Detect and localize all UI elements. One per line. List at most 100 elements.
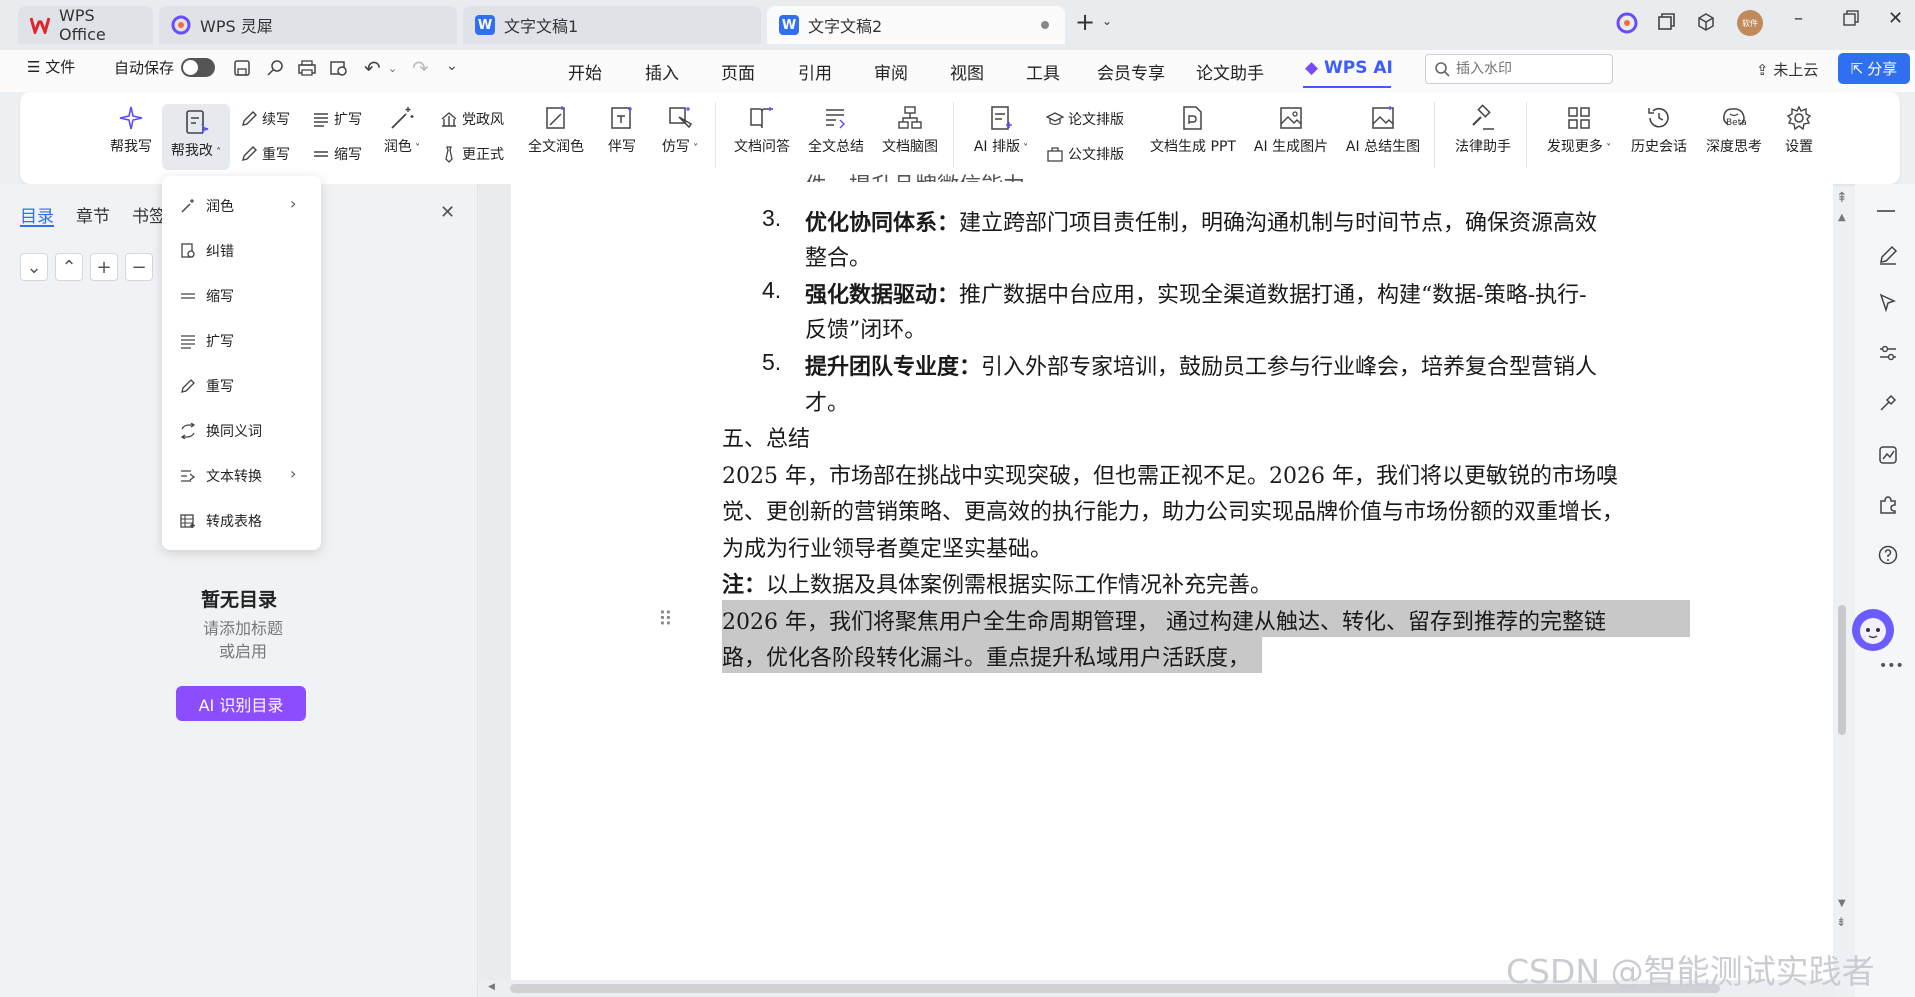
pen-tool-icon[interactable]: [1877, 244, 1899, 270]
dropdown-rewrite[interactable]: 重写: [180, 376, 310, 396]
thesis-layout-button[interactable]: 论文排版: [1046, 109, 1124, 129]
collapse-up-icon[interactable]: ⌃: [55, 253, 83, 281]
rewrite-button[interactable]: 重写: [240, 144, 290, 164]
help-circle-icon[interactable]: [1877, 544, 1899, 570]
ai-detect-toc-button[interactable]: AI 识别目录: [176, 686, 306, 721]
tools-icon[interactable]: [1877, 392, 1899, 418]
cloud-status[interactable]: ⇪ 未上云: [1756, 59, 1818, 80]
tab-chapters[interactable]: 章节: [76, 202, 110, 227]
doc-mindmap-button[interactable]: 文档脑图: [878, 100, 942, 156]
scroll-up-arrow-icon[interactable]: ▲: [1838, 212, 1846, 223]
file-menu[interactable]: ☰ 文件: [27, 56, 75, 77]
menu-insert[interactable]: 插入: [645, 59, 679, 84]
menu-tools[interactable]: 工具: [1026, 59, 1060, 84]
dropdown-expand[interactable]: 扩写: [180, 331, 310, 351]
menu-review[interactable]: 审阅: [874, 59, 908, 84]
dropdown-synonym[interactable]: 换同义词: [180, 421, 310, 441]
print-icon[interactable]: [297, 58, 317, 82]
share-button[interactable]: ⇱ 分享: [1838, 53, 1910, 84]
selected-line-1[interactable]: 2026 年，我们将聚焦用户全生命周期管理， 通过构建从触达、转化、留存到推荐的…: [722, 604, 1606, 636]
more-formal-button[interactable]: 更正式: [440, 144, 504, 164]
dropdown-proofread[interactable]: 纠错: [180, 241, 310, 261]
redo-icon[interactable]: ↷: [412, 56, 429, 80]
dropdown-to-table[interactable]: 转成表格: [180, 511, 310, 531]
tag-icon[interactable]: [265, 58, 285, 82]
ai-summary-image-button[interactable]: AI 总结生图: [1343, 100, 1423, 156]
condense-button[interactable]: 缩写: [312, 144, 362, 164]
full-polish-button[interactable]: 全文润色: [524, 100, 588, 156]
legal-assistant-button[interactable]: 法律助手: [1451, 100, 1515, 156]
menu-view[interactable]: 视图: [950, 59, 984, 84]
list-item-4-cont[interactable]: 反馈”闭环。: [805, 312, 926, 344]
settings-button[interactable]: 设置: [1776, 100, 1822, 156]
menu-thesis[interactable]: 论文助手: [1196, 59, 1264, 84]
vertical-scroll-thumb[interactable]: [1838, 605, 1846, 735]
cube-icon[interactable]: [1696, 12, 1716, 37]
avatar[interactable]: 软件: [1737, 10, 1763, 36]
print-preview-icon[interactable]: [329, 58, 349, 82]
window-copy-icon[interactable]: [1656, 12, 1676, 37]
doc-qa-button[interactable]: 文档问答: [730, 100, 794, 156]
tab-doc2[interactable]: W 文字文稿2: [767, 6, 1065, 44]
scroll-left-arrow-icon[interactable]: ◀: [488, 982, 495, 992]
list-item-3-cont[interactable]: 整合。: [805, 240, 871, 272]
scroll-bottom-icon[interactable]: ⇟: [1836, 915, 1846, 929]
minimize-icon[interactable]: –: [1794, 8, 1803, 29]
add-heading-icon[interactable]: +: [90, 253, 118, 281]
autosave-toggle[interactable]: [181, 58, 215, 77]
close-panel-icon[interactable]: ✕: [440, 202, 455, 223]
expand-button[interactable]: 扩写: [312, 109, 362, 129]
official-layout-button[interactable]: 公文排版: [1046, 144, 1124, 164]
doc-to-ppt-button[interactable]: 文档生成 PPT: [1146, 100, 1240, 156]
list-item-5-cont[interactable]: 才。: [805, 385, 849, 417]
tab-lingxi[interactable]: WPS 灵犀: [159, 6, 457, 44]
deep-think-button[interactable]: Beta 深度思考: [1703, 100, 1765, 156]
history-button[interactable]: 历史会话: [1626, 100, 1692, 156]
new-tab-button[interactable]: +: [1075, 8, 1095, 36]
sidebar-collapse-icon[interactable]: [1877, 210, 1895, 212]
search-input[interactable]: [1456, 61, 1606, 77]
section-heading[interactable]: 五、总结: [722, 421, 810, 453]
drag-handle-icon[interactable]: ⠿: [658, 607, 673, 631]
tab-doc1[interactable]: W 文字文稿1: [463, 6, 761, 44]
lingxi-status-icon[interactable]: [1616, 12, 1638, 39]
tab-toc[interactable]: 目录: [20, 202, 54, 227]
list-item-3[interactable]: 优化协同体系：建立跨部门项目责任制，明确沟通机制与时间节点，确保资源高效: [805, 205, 1597, 237]
more-chevron-icon[interactable]: ⌄: [446, 58, 458, 74]
remove-heading-icon[interactable]: −: [125, 253, 153, 281]
summary-line-3[interactable]: 为成为行业领导者奠定坚实基础。: [722, 531, 1052, 563]
discover-more-button[interactable]: 发现更多 ˅: [1542, 100, 1616, 156]
collapse-down-icon[interactable]: ⌄: [20, 253, 48, 281]
list-item-4[interactable]: 强化数据驱动：推广数据中台应用，实现全渠道数据打通，构建“数据-策略-执行-: [805, 277, 1587, 309]
ai-image-button[interactable]: AI 生成图片: [1251, 100, 1331, 156]
cursor-select-icon[interactable]: [1877, 292, 1899, 318]
undo-chevron-icon[interactable]: ⌄: [388, 62, 397, 75]
imitate-write-button[interactable]: 仿写 ˅: [656, 100, 704, 156]
watermark-search[interactable]: [1425, 54, 1613, 84]
note-line[interactable]: 注：以上数据及具体案例需根据实际工作情况补充完善。: [722, 567, 1272, 599]
menu-reference[interactable]: 引用: [798, 59, 832, 84]
ai-layout-button[interactable]: AI 排版 ˅: [970, 100, 1032, 156]
summary-line-2[interactable]: 觉、更创新的营销策略、更高效的执行能力，助力公司实现品牌价值与市场份额的双重增长…: [722, 494, 1624, 526]
more-dots-icon[interactable]: •••: [1879, 658, 1904, 674]
continue-write-button[interactable]: 续写: [240, 109, 290, 129]
puzzle-icon[interactable]: [1877, 494, 1899, 520]
party-style-button[interactable]: 党政风: [440, 109, 504, 129]
menu-member[interactable]: 会员专享: [1097, 59, 1165, 84]
list-item-5[interactable]: 提升团队专业度：引入外部专家培训，鼓励员工参与行业峰会，培养复合型营销人: [805, 349, 1597, 381]
graph-chart-icon[interactable]: [1877, 444, 1899, 470]
selected-line-2[interactable]: 路，优化各阶段转化漏斗。重点提升私域用户活跃度，: [722, 640, 1250, 672]
adjust-sliders-icon[interactable]: [1877, 342, 1899, 368]
close-window-icon[interactable]: ✕: [1888, 8, 1903, 29]
tab-wps-office[interactable]: WPS Office: [18, 6, 153, 44]
tab-list-chevron-icon[interactable]: ⌄: [1102, 14, 1112, 28]
companion-write-button[interactable]: 伴写: [604, 100, 640, 156]
menu-start[interactable]: 开始: [568, 59, 602, 84]
menu-page[interactable]: 页面: [721, 59, 755, 84]
polish-button[interactable]: 润色 ˅: [380, 100, 424, 156]
summary-line-1[interactable]: 2025 年，市场部在挑战中实现突破，但也需正视不足。2026 年，我们将以更敏…: [722, 458, 1618, 490]
undo-icon[interactable]: ↶: [364, 56, 381, 80]
scroll-down-arrow-icon[interactable]: ▼: [1838, 898, 1846, 909]
ai-assistant-avatar[interactable]: [1852, 609, 1894, 651]
full-summary-button[interactable]: 全文总结: [804, 100, 868, 156]
